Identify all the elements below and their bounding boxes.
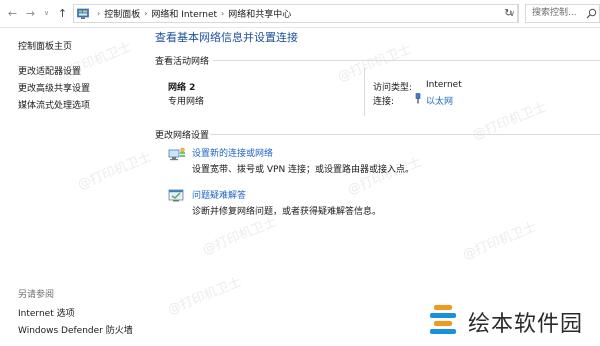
breadcrumb[interactable]: › 控制面板 › 网络和 Internet › 网络和共享中心 ∨	[73, 4, 519, 23]
see-also-heading: 另请参阅	[18, 290, 55, 300]
access-type-value: Internet	[426, 80, 462, 90]
access-type-label: 访问类型:	[373, 83, 413, 93]
active-networks-heading: 查看活动网络	[155, 57, 210, 67]
media-streaming-options-link[interactable]: 媒体流式处理选项	[18, 98, 90, 111]
watermark-text: @打印机卫士	[75, 149, 154, 193]
watermark-text: @打印机卫士	[165, 274, 244, 318]
watermark-text: @打印机卫士	[200, 214, 279, 258]
back-icon[interactable]: ←	[6, 7, 19, 20]
watermark-text: @打印机卫士	[335, 41, 414, 85]
change-adapter-settings-link[interactable]: 更改适配器设置	[18, 64, 81, 77]
ethernet-icon	[415, 93, 421, 104]
network-type: 专用网络	[168, 97, 205, 107]
forward-icon[interactable]: →	[24, 7, 37, 20]
chevron-right-icon: ›	[97, 9, 101, 18]
windows-defender-firewall-link[interactable]: Windows Defender 防火墙	[18, 323, 133, 336]
internet-options-link[interactable]: Internet 选项	[18, 306, 75, 319]
breadcrumb-item[interactable]: 网络和 Internet	[151, 7, 217, 20]
divider	[210, 134, 600, 135]
ethernet-connection-link[interactable]: 以太网	[426, 94, 453, 107]
chevron-right-icon[interactable]: ›	[144, 9, 147, 18]
breadcrumb-item[interactable]: 网络和共享中心	[228, 7, 291, 20]
troubleshoot-problems-link[interactable]: 问题疑难解答	[192, 188, 246, 201]
setup-new-connection-link[interactable]: 设置新的连接或网络	[192, 146, 273, 159]
control-panel-home-link[interactable]: 控制面板主页	[18, 39, 72, 52]
troubleshoot-problems-desc: 诊断并修复网络问题，或者获得疑难解答信息。	[192, 207, 382, 217]
brand-name: 绘本软件园	[468, 312, 584, 337]
control-panel-icon	[77, 8, 89, 19]
page-title: 查看基本网络信息并设置连接	[155, 31, 298, 44]
divider	[364, 68, 365, 116]
brand-watermark: 绘本软件园	[418, 297, 600, 346]
search-placeholder: 搜索控制...	[532, 8, 577, 18]
troubleshoot-icon	[168, 189, 184, 202]
search-icon	[586, 8, 597, 19]
refresh-button[interactable]: ↻	[500, 4, 518, 23]
brand-logo-icon	[430, 305, 456, 334]
new-connection-icon	[168, 147, 185, 161]
recent-locations-icon[interactable]: ∨	[40, 7, 53, 20]
watermark-text: @打印机卫士	[460, 219, 539, 263]
address-bar: ← → ∨ ↑ › 控制面板 › 网络和 Internet › 网络和共享中心 …	[0, 0, 600, 28]
search-input[interactable]: 搜索控制...	[525, 4, 600, 23]
network-name: 网络 2	[168, 83, 196, 93]
watermark-text: @打印机卫士	[470, 99, 549, 143]
chevron-right-icon[interactable]: ›	[221, 9, 224, 18]
change-network-settings-heading: 更改网络设置	[155, 131, 210, 141]
divider	[213, 60, 600, 61]
breadcrumb-item[interactable]: 控制面板	[104, 7, 140, 20]
change-advanced-sharing-link[interactable]: 更改高级共享设置	[18, 81, 90, 94]
setup-new-connection-desc: 设置宽带、拨号或 VPN 连接；或设置路由器或接入点。	[192, 165, 415, 175]
connections-label: 连接:	[373, 97, 395, 107]
up-icon[interactable]: ↑	[56, 7, 69, 20]
